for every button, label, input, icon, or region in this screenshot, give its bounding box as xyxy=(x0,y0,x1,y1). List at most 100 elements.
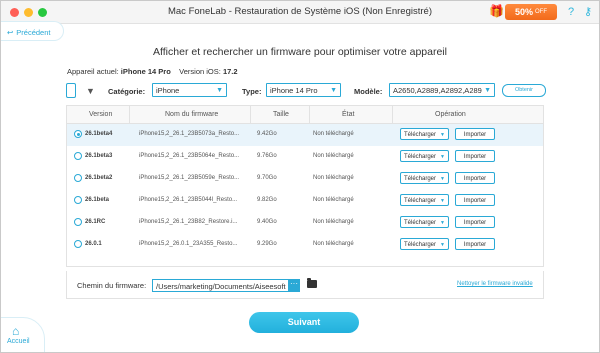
download-label: Télécharger xyxy=(404,242,437,248)
download-button[interactable]: Télécharger ▼ xyxy=(400,128,449,140)
promo-suffix: OFF xyxy=(535,9,547,15)
import-button[interactable]: Importer xyxy=(455,128,495,140)
column-header-size: Taille xyxy=(273,111,289,118)
row-state: Non téléchargé xyxy=(313,131,354,137)
row-firmware-name: iPhone15,2_26.1_23B5059e_Resto... xyxy=(139,175,240,181)
column-header-name: Nom du firmware xyxy=(165,111,219,118)
clean-firmware-link[interactable]: Nettoyer le firmware invalide xyxy=(457,281,533,287)
firmware-path-label: Chemin du firmware: xyxy=(77,281,147,290)
table-row[interactable]: 26.1beta2 iPhone15,2_26.1_23B5059e_Resto… xyxy=(67,168,543,190)
download-label: Télécharger xyxy=(404,154,437,160)
category-value: iPhone xyxy=(156,86,180,95)
firmware-path-field[interactable]: /Users/marketing/Documents/Aiseesoft xyxy=(152,279,300,292)
table-row[interactable]: 26.1beta iPhone15,2_26.1_23B5044l_Resto.… xyxy=(67,190,543,212)
table-row[interactable]: 26.1beta3 iPhone15,2_26.1_23B5064e_Resto… xyxy=(67,146,543,168)
download-button[interactable]: Télécharger ▼ xyxy=(400,172,449,184)
import-button[interactable]: Importer xyxy=(455,194,495,206)
download-label: Télécharger xyxy=(404,176,437,182)
row-version: 26.0.1 xyxy=(85,241,102,247)
download-label: Télécharger xyxy=(404,198,437,204)
browse-button[interactable]: ··· xyxy=(288,279,300,292)
row-radio[interactable] xyxy=(74,152,82,160)
row-state: Non téléchargé xyxy=(313,175,354,181)
row-firmware-name: iPhone15,2_26.0.1_23A355_Resto... xyxy=(139,241,238,247)
row-size: 9.70Go xyxy=(257,175,277,181)
back-label: Précédent xyxy=(16,27,51,37)
chevron-down-icon: ▼ xyxy=(216,87,223,94)
row-state: Non téléchargé xyxy=(313,219,354,225)
row-size: 9.29Go xyxy=(257,241,277,247)
app-window: Mac FoneLab - Restauration de Système iO… xyxy=(0,0,600,353)
row-size: 9.82Go xyxy=(257,197,277,203)
model-label: Modèle: xyxy=(354,87,383,96)
promo-badge[interactable]: 50% OFF xyxy=(505,4,557,20)
row-state: Non téléchargé xyxy=(313,241,354,247)
row-version: 26.1beta xyxy=(85,197,110,203)
filter-row: ▼ Catégorie: iPhone ▼ Type: iPhone 14 Pr… xyxy=(64,81,546,101)
home-label: Accueil xyxy=(7,338,30,345)
device-label: Appareil actuel: xyxy=(67,67,119,76)
type-label: Type: xyxy=(242,87,262,96)
chevron-down-icon: ▼ xyxy=(440,220,445,226)
gift-icon[interactable]: 🎁 xyxy=(489,4,504,18)
row-version: 26.1beta2 xyxy=(85,175,113,181)
chevron-down-icon: ▼ xyxy=(440,176,445,182)
chevron-down-icon: ▼ xyxy=(440,132,445,138)
promo-value: 50% xyxy=(514,7,533,17)
download-button[interactable]: Télécharger ▼ xyxy=(400,150,449,162)
filter-icon[interactable]: ▼ xyxy=(86,86,95,96)
table-header: Version Nom du firmware Taille État Opér… xyxy=(67,106,543,124)
row-radio[interactable] xyxy=(74,196,82,204)
chevron-down-icon: ▼ xyxy=(440,198,445,204)
column-header-operation: Opération xyxy=(435,111,466,118)
home-icon: ⌂ xyxy=(12,324,20,338)
download-label: Télécharger xyxy=(404,132,437,138)
folder-icon[interactable] xyxy=(307,278,317,288)
import-button[interactable]: Importer xyxy=(455,150,495,162)
download-button[interactable]: Télécharger ▼ xyxy=(400,194,449,206)
next-button[interactable]: Suivant xyxy=(249,312,359,333)
chevron-down-icon: ▼ xyxy=(440,154,445,160)
row-size: 9.40Go xyxy=(257,219,277,225)
row-size: 9.76Go xyxy=(257,153,277,159)
row-firmware-name: iPhone15,2_26.1_23B5073a_Resto... xyxy=(139,131,240,137)
row-state: Non téléchargé xyxy=(313,153,354,159)
row-version: 26.1beta4 xyxy=(85,131,113,137)
model-select[interactable]: A2650,A2889,A2892,A289 ▼ xyxy=(389,83,495,97)
row-size: 9.42Go xyxy=(257,131,277,137)
import-button[interactable]: Importer xyxy=(455,172,495,184)
page-title: Afficher et rechercher un firmware pour … xyxy=(153,46,447,58)
row-version: 26.1beta3 xyxy=(85,153,113,159)
obtain-button[interactable]: Obtenir xyxy=(502,84,546,97)
category-label: Catégorie: xyxy=(108,87,146,96)
type-value: iPhone 14 Pro xyxy=(270,86,318,95)
row-version: 26.1RC xyxy=(85,219,106,225)
chevron-down-icon: ▼ xyxy=(484,87,491,94)
help-icon[interactable]: ? xyxy=(564,5,578,19)
device-info: Appareil actuel: iPhone 14 Pro Version i… xyxy=(67,67,238,76)
ios-version: 17.2 xyxy=(222,67,238,76)
download-button[interactable]: Télécharger ▼ xyxy=(400,216,449,228)
row-firmware-name: iPhone15,2_26.1_23B5064e_Resto... xyxy=(139,153,240,159)
chevron-down-icon: ▼ xyxy=(440,242,445,248)
row-radio[interactable] xyxy=(74,240,82,248)
row-radio[interactable] xyxy=(74,174,82,182)
type-select[interactable]: iPhone 14 Pro ▼ xyxy=(266,83,341,97)
back-button[interactable]: ↩ Précédent xyxy=(1,23,65,41)
device-name: iPhone 14 Pro xyxy=(120,67,171,76)
import-button[interactable]: Importer xyxy=(455,238,495,250)
phone-icon[interactable] xyxy=(66,83,76,98)
row-firmware-name: iPhone15,2_26.1_23B82_Restore.i... xyxy=(139,219,238,225)
row-radio[interactable] xyxy=(74,218,82,226)
table-row[interactable]: 26.0.1 iPhone15,2_26.0.1_23A355_Resto...… xyxy=(67,234,543,256)
category-select[interactable]: iPhone ▼ xyxy=(152,83,227,97)
key-icon[interactable]: ⚷ xyxy=(581,5,595,19)
row-state: Non téléchargé xyxy=(313,197,354,203)
firmware-table: Version Nom du firmware Taille État Opér… xyxy=(66,105,544,267)
download-button[interactable]: Télécharger ▼ xyxy=(400,238,449,250)
import-button[interactable]: Importer xyxy=(455,216,495,228)
table-row[interactable]: 26.1beta4 iPhone15,2_26.1_23B5073a_Resto… xyxy=(67,124,543,146)
table-row[interactable]: 26.1RC iPhone15,2_26.1_23B82_Restore.i..… xyxy=(67,212,543,234)
row-radio[interactable] xyxy=(74,130,82,138)
chevron-down-icon: ▼ xyxy=(330,87,337,94)
